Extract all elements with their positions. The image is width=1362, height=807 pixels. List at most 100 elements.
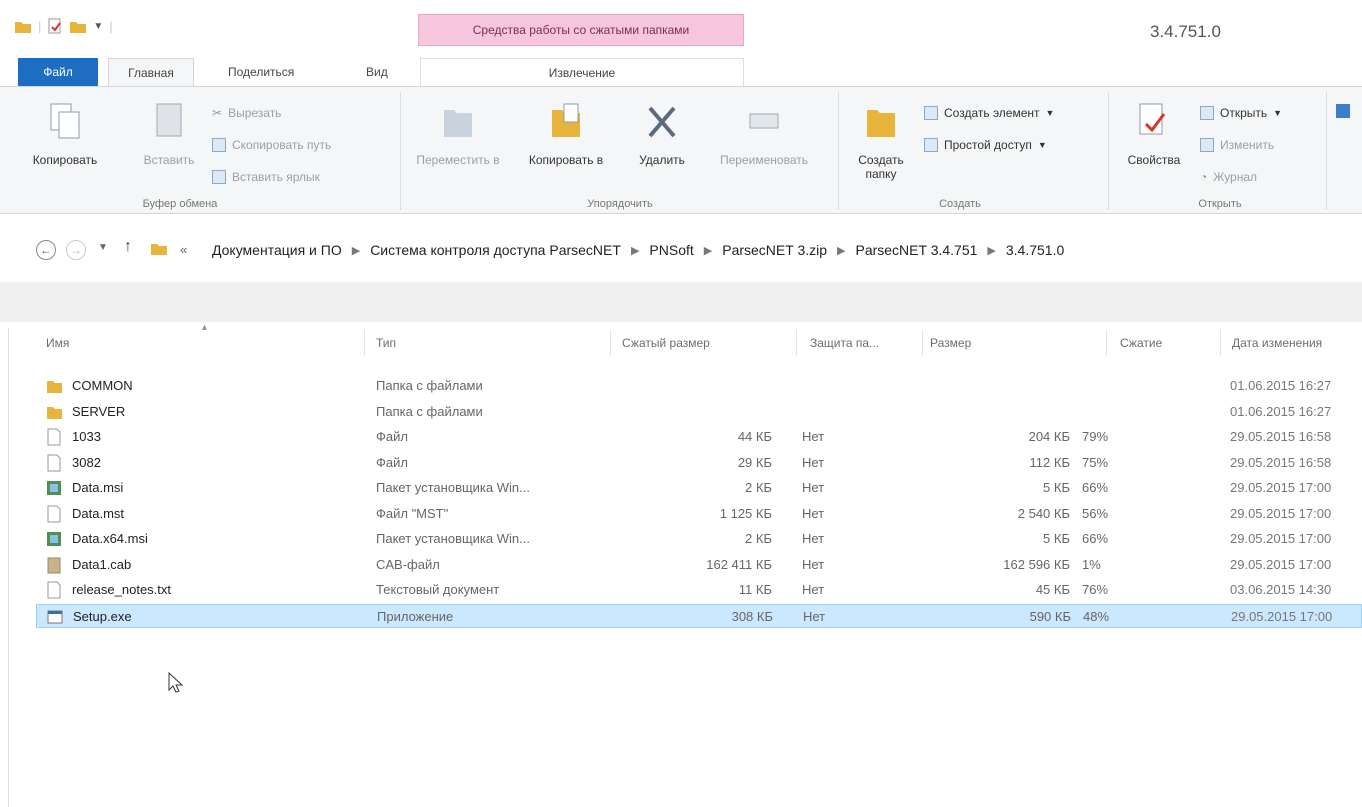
easy-access-button[interactable]: Простой доступ ▼ xyxy=(924,138,1047,152)
context-tab-band: Средства работы со сжатыми папками xyxy=(418,14,744,46)
file-date: 29.05.2015 16:58 xyxy=(1230,429,1332,444)
file-icon xyxy=(47,581,61,599)
ribbon-separator xyxy=(1326,92,1327,210)
back-button[interactable]: ← xyxy=(36,240,56,260)
file-protected: Нет xyxy=(802,582,825,597)
chevron-right-icon[interactable]: ▶ xyxy=(987,244,995,257)
breadcrumb-item[interactable]: ParsecNET 3.4.751 xyxy=(855,242,977,258)
tab-view[interactable]: Вид xyxy=(352,58,402,86)
chevron-right-icon[interactable]: ▶ xyxy=(837,244,845,257)
column-header-type[interactable]: Тип xyxy=(376,336,396,350)
column-header-date[interactable]: Дата изменения xyxy=(1232,336,1322,350)
exe-icon xyxy=(47,610,63,623)
breadcrumb-item[interactable]: Документация и ПО xyxy=(212,242,342,258)
column-divider[interactable] xyxy=(1106,330,1107,356)
paste-shortcut-button[interactable]: Вставить ярлык xyxy=(212,170,320,184)
file-date: 29.05.2015 17:00 xyxy=(1230,505,1332,521)
column-divider[interactable] xyxy=(796,330,797,356)
folder-icon xyxy=(47,406,62,419)
edit-icon xyxy=(1200,138,1214,152)
window-title: 3.4.751.0 xyxy=(1150,22,1221,41)
ribbon-separator xyxy=(1108,92,1109,210)
file-type: Папка с файлами xyxy=(376,378,483,393)
column-header-protected[interactable]: Защита па... xyxy=(810,336,879,350)
table-row[interactable]: Setup.exe Приложение 308 КБ Нет 590 КБ 48% 29.… xyxy=(36,603,1362,628)
breadcrumb-overflow[interactable]: « xyxy=(180,242,187,257)
ribbon-separator xyxy=(400,92,401,210)
table-row[interactable]: 1033 Файл 44 КБ Нет 204 КБ 79% 29.05.2015 16:5… xyxy=(36,425,1362,449)
file-type: Папка с файлами xyxy=(376,403,483,419)
cut-button[interactable]: ✂ Вырезать xyxy=(212,106,281,120)
context-tab-label: Средства работы со сжатыми папками xyxy=(472,23,690,37)
tab-file[interactable]: Файл xyxy=(18,58,98,86)
breadcrumb-item[interactable]: PNSoft xyxy=(649,242,693,258)
group-label-organize: Упорядочить xyxy=(587,198,653,210)
column-divider[interactable] xyxy=(922,330,923,356)
chevron-down-icon[interactable]: ▼ xyxy=(93,21,103,32)
table-row[interactable]: COMMON Папка с файлами 01.06.2015 16:27 xyxy=(36,374,1362,398)
file-date: 29.05.2015 17:00 xyxy=(1230,531,1332,546)
properties-icon[interactable] xyxy=(47,18,63,34)
file-protected: Нет xyxy=(802,531,825,546)
chevron-down-icon: ▼ xyxy=(1045,108,1055,118)
file-type: Пакет установщика Win... xyxy=(376,531,530,546)
column-divider[interactable] xyxy=(1220,330,1221,356)
up-icon[interactable]: ↑ xyxy=(124,238,132,256)
history-icon: ◔ xyxy=(1200,170,1208,184)
file-name: Data1.cab xyxy=(72,556,132,572)
table-row[interactable]: release_notes.txt Текстовый документ 11 КБ… xyxy=(36,578,1362,602)
file-date: 01.06.2015 16:27 xyxy=(1230,378,1332,393)
new-folder-button[interactable]: Создать папку xyxy=(846,100,916,181)
table-row[interactable]: Data1.cab CAB-файл 162 411 КБ Нет 162 596 КБ… xyxy=(36,553,1362,577)
recent-locations-icon[interactable]: ▼ xyxy=(98,242,108,253)
column-header-compressed-size[interactable]: Сжатый размер xyxy=(622,336,710,350)
column-divider[interactable] xyxy=(364,330,365,356)
table-row[interactable]: SERVER Папка с файлами 01.06.2015 16:27 xyxy=(36,400,1362,424)
file-name: Data.msi xyxy=(72,480,124,495)
tab-share[interactable]: Поделиться xyxy=(214,58,308,86)
copy-button[interactable]: Копировать xyxy=(20,100,110,167)
forward-button[interactable]: → xyxy=(66,240,86,260)
move-to-button[interactable]: Переместить в xyxy=(408,100,508,167)
group-label-clipboard: Буфер обмена xyxy=(142,198,218,210)
column-header-name[interactable]: Имя xyxy=(46,336,69,350)
table-row[interactable]: 3082 Файл 29 КБ Нет 112 КБ 75% 29.05.2015 16:5… xyxy=(36,451,1362,475)
select-all-icon[interactable] xyxy=(1336,104,1350,118)
file-ratio: 48% xyxy=(1083,608,1110,624)
tab-extract[interactable]: Извлечение xyxy=(420,58,744,86)
delete-icon xyxy=(648,106,676,138)
file-compressed-size: 44 КБ xyxy=(737,429,772,444)
properties-button[interactable]: Свойства xyxy=(1116,100,1192,167)
properties-icon xyxy=(1139,103,1166,135)
group-label-open: Открыть xyxy=(1198,198,1242,210)
rename-button[interactable]: Переименовать xyxy=(700,100,828,167)
chevron-right-icon[interactable]: ▶ xyxy=(352,244,360,257)
table-row[interactable]: Data.x64.msi Пакет установщика Win... 2 КБ… xyxy=(36,527,1362,551)
open-button[interactable]: Открыть ▼ xyxy=(1200,106,1282,120)
delete-button[interactable]: Удалить xyxy=(624,100,700,167)
paste-icon xyxy=(156,103,182,137)
chevron-right-icon[interactable]: ▶ xyxy=(631,244,639,257)
folder-icon xyxy=(15,22,31,33)
table-row[interactable]: Data.mst Файл "MST" 1 125 КБ Нет 2 540 КБ 56%… xyxy=(36,502,1362,526)
new-item-button[interactable]: Создать элемент ▼ xyxy=(924,106,1054,120)
table-row[interactable]: Data.msi Пакет установщика Win... 2 КБ Нет 5… xyxy=(36,476,1362,500)
history-button[interactable]: ◔ Журнал xyxy=(1200,170,1257,184)
column-divider[interactable] xyxy=(610,330,611,356)
column-header-size[interactable]: Размер xyxy=(930,336,971,350)
copy-to-button[interactable]: Копировать в xyxy=(516,100,616,167)
breadcrumb-item[interactable]: Система контроля доступа ParsecNET xyxy=(370,242,621,258)
new-folder-icon[interactable] xyxy=(69,18,87,34)
paste-button[interactable]: Вставить xyxy=(134,100,204,167)
chevron-right-icon[interactable]: ▶ xyxy=(704,244,712,257)
breadcrumb-item[interactable]: 3.4.751.0 xyxy=(1006,242,1064,258)
edit-button[interactable]: Изменить xyxy=(1200,138,1274,152)
copy-path-button[interactable]: Скопировать путь xyxy=(212,138,331,152)
column-header-ratio[interactable]: Сжатие xyxy=(1120,336,1162,350)
file-date: 29.05.2015 16:58 xyxy=(1230,454,1332,470)
tab-home[interactable]: Главная xyxy=(108,58,194,86)
chevron-down-icon: ▼ xyxy=(1273,108,1283,118)
breadcrumb-item[interactable]: ParsecNET 3.zip xyxy=(722,242,827,258)
file-size: 5 КБ xyxy=(1043,480,1070,495)
file-type: Файл xyxy=(376,454,408,470)
